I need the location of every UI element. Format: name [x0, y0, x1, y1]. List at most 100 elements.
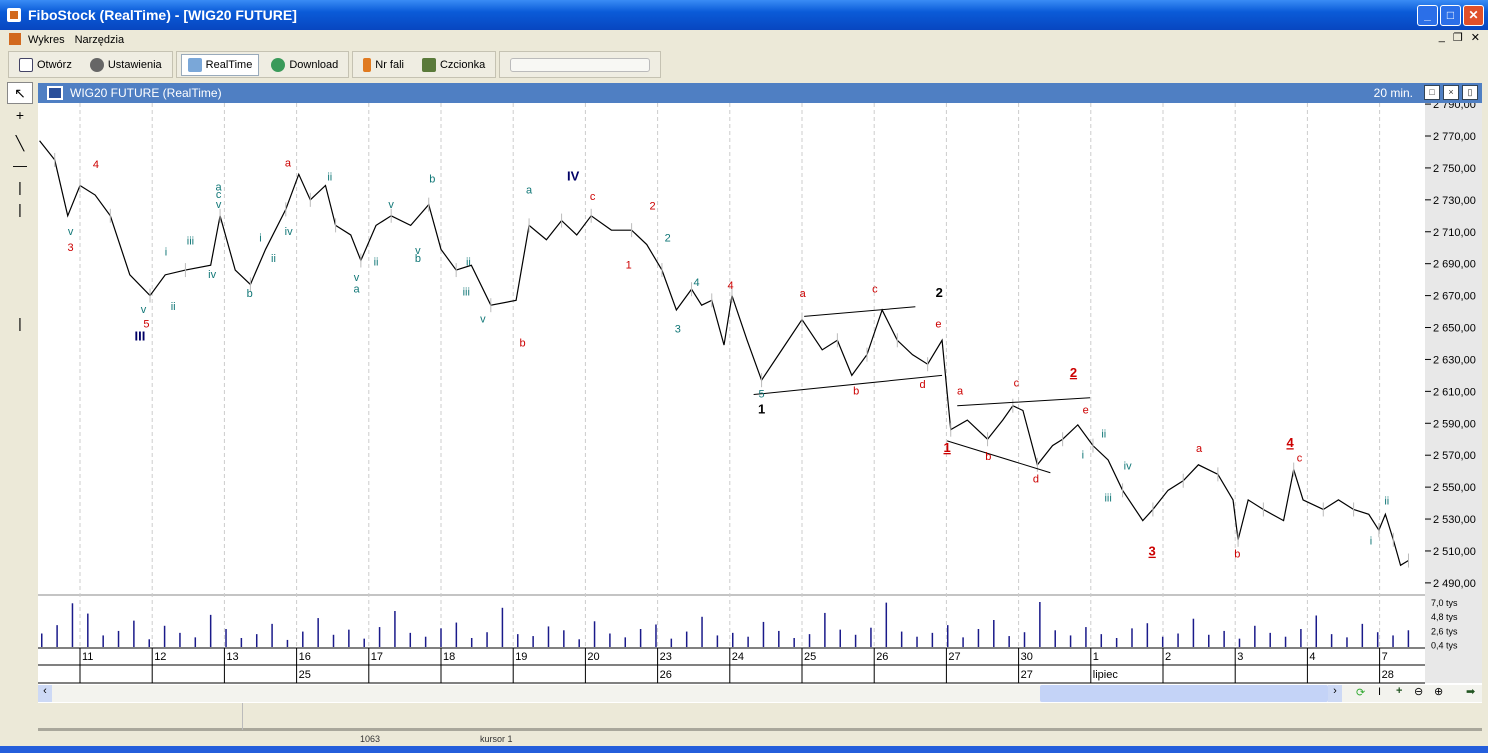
- maximize-button[interactable]: □: [1440, 5, 1461, 26]
- wave-label: v: [141, 304, 147, 316]
- window-icon: [47, 86, 63, 100]
- volume-bar: [1054, 630, 1056, 647]
- volume-bar: [993, 620, 995, 647]
- open-button[interactable]: Otwórz: [13, 54, 78, 76]
- day-label: 27: [948, 651, 960, 663]
- zoom-out-icon[interactable]: ⊖: [1414, 685, 1423, 698]
- day-label: 18: [443, 651, 455, 663]
- plus-icon[interactable]: +: [1396, 685, 1402, 697]
- wave-number-button[interactable]: Nr fali: [357, 54, 410, 76]
- crosshair-tool[interactable]: +: [7, 104, 33, 126]
- day-label: 12: [154, 651, 166, 663]
- go-to-end-icon[interactable]: ➡: [1466, 685, 1475, 698]
- wave-label: c: [872, 283, 878, 295]
- vertical-line-tool[interactable]: |: [7, 176, 33, 198]
- cursor-icon[interactable]: I: [1378, 686, 1381, 698]
- day-label: 19: [515, 651, 527, 663]
- wave-label: e: [935, 319, 941, 331]
- volume-bar: [1223, 630, 1225, 647]
- volume-bar: [194, 637, 197, 647]
- day-label: 20: [587, 651, 599, 663]
- wave-label: 2: [1070, 365, 1077, 380]
- menu-wykres[interactable]: Wykres: [28, 34, 65, 46]
- chart-pin-button[interactable]: ▯: [1462, 85, 1478, 100]
- volume-bar: [102, 635, 104, 647]
- week-label: lipiec: [1093, 669, 1119, 681]
- volume-bar: [332, 634, 335, 647]
- volume-bar: [378, 627, 381, 647]
- toolbar: Otwórz Ustawienia RealTime Download Nr f…: [8, 51, 662, 78]
- day-label: 26: [876, 651, 888, 663]
- price-tick-label: 2 510,00: [1433, 546, 1476, 558]
- taskbar: [0, 746, 1488, 753]
- scroll-right-button[interactable]: ›: [1328, 685, 1342, 702]
- line-tool[interactable]: ╲: [7, 132, 33, 154]
- download-label: Download: [289, 58, 339, 71]
- settings-button[interactable]: Ustawienia: [84, 54, 168, 76]
- zoom-in-icon[interactable]: ⊕: [1434, 685, 1443, 698]
- pointer-tool[interactable]: ↖: [7, 82, 33, 104]
- trend-line: [957, 397, 1091, 407]
- minimize-button[interactable]: _: [1417, 5, 1438, 26]
- price-tick-label: 2 770,00: [1433, 131, 1476, 143]
- interval-label[interactable]: 20 min.: [1374, 86, 1413, 100]
- volume-bar: [854, 634, 857, 647]
- price-tick-label: 2 790,00: [1433, 103, 1476, 111]
- volume-bar: [470, 638, 473, 647]
- wave-label: a: [285, 157, 292, 169]
- mdi-restore-button[interactable]: ❐: [1453, 31, 1463, 44]
- close-button[interactable]: ✕: [1463, 5, 1484, 26]
- cycle-tool[interactable]: |: [7, 312, 33, 334]
- title-bar: FiboStock (RealTime) - [WIG20 FUTURE] _ …: [0, 0, 1488, 30]
- wave-label: v: [388, 199, 394, 211]
- menu-narzedzia[interactable]: Narzędzia: [75, 34, 125, 46]
- chart-restore-button[interactable]: □: [1424, 85, 1440, 100]
- download-button[interactable]: Download: [265, 54, 344, 76]
- wave-label: 3: [675, 323, 681, 335]
- volume-bar: [900, 631, 903, 647]
- chart-window: WIG20 FUTURE (RealTime) 20 min. □ × ▯ 11…: [38, 83, 1482, 703]
- volume-bar: [117, 630, 120, 647]
- price-tick-label: 2 550,00: [1433, 482, 1476, 494]
- drawing-tools: ↖ + ╲ — | | |: [5, 82, 35, 347]
- price-tick-label: 2 630,00: [1433, 354, 1476, 366]
- wave-label: 3: [1149, 544, 1156, 559]
- day-label: 11: [82, 651, 93, 663]
- volume-bar: [1085, 627, 1087, 647]
- price-chart[interactable]: 11 12 13 16 17 18 19 20 23 24 25 26 27 30 1 2 3 4 725 26 27 l…: [38, 103, 1482, 703]
- volume-bar: [317, 618, 319, 647]
- volume-bar: [532, 636, 534, 647]
- font-button[interactable]: Czcionka: [416, 54, 491, 76]
- volume-bar: [1392, 635, 1394, 647]
- wave-label: v: [354, 272, 360, 284]
- day-label: 23: [660, 651, 672, 663]
- realtime-button[interactable]: RealTime: [180, 53, 260, 76]
- volume-bar: [563, 630, 565, 647]
- vertical-marker-tool[interactable]: |: [7, 198, 33, 220]
- volume-bar: [455, 622, 458, 647]
- wave-label: d: [920, 379, 926, 391]
- volume-bar: [501, 607, 504, 647]
- font-icon: [421, 57, 436, 72]
- wave-label: ii: [327, 172, 332, 184]
- volume-bar: [885, 602, 888, 647]
- wave-label: iv: [285, 226, 293, 238]
- wave-label: a: [1196, 443, 1203, 455]
- price-tick-label: 2 690,00: [1433, 259, 1476, 271]
- scroll-thumb[interactable]: [1040, 685, 1328, 702]
- horizontal-scrollbar[interactable]: ‹ › ⟳ I + ⊖ ⊕ ➡: [38, 685, 1482, 702]
- volume-bar: [1407, 630, 1410, 647]
- wave-label: 4: [727, 280, 733, 292]
- zoom-slider[interactable]: [510, 57, 651, 72]
- settings-label: Ustawienia: [107, 58, 162, 71]
- window-title: FiboStock (RealTime) - [WIG20 FUTURE]: [28, 7, 297, 23]
- status-value: 1063: [360, 734, 381, 744]
- trend-line: [804, 306, 916, 317]
- scroll-left-button[interactable]: ‹: [38, 685, 52, 702]
- mdi-minimize-button[interactable]: _: [1439, 31, 1445, 44]
- volume-bar: [1238, 638, 1241, 647]
- chart-close-button[interactable]: ×: [1443, 85, 1459, 100]
- horizontal-line-tool[interactable]: —: [7, 154, 33, 176]
- mdi-close-button[interactable]: ✕: [1471, 31, 1480, 44]
- refresh-icon[interactable]: ⟳: [1356, 686, 1365, 699]
